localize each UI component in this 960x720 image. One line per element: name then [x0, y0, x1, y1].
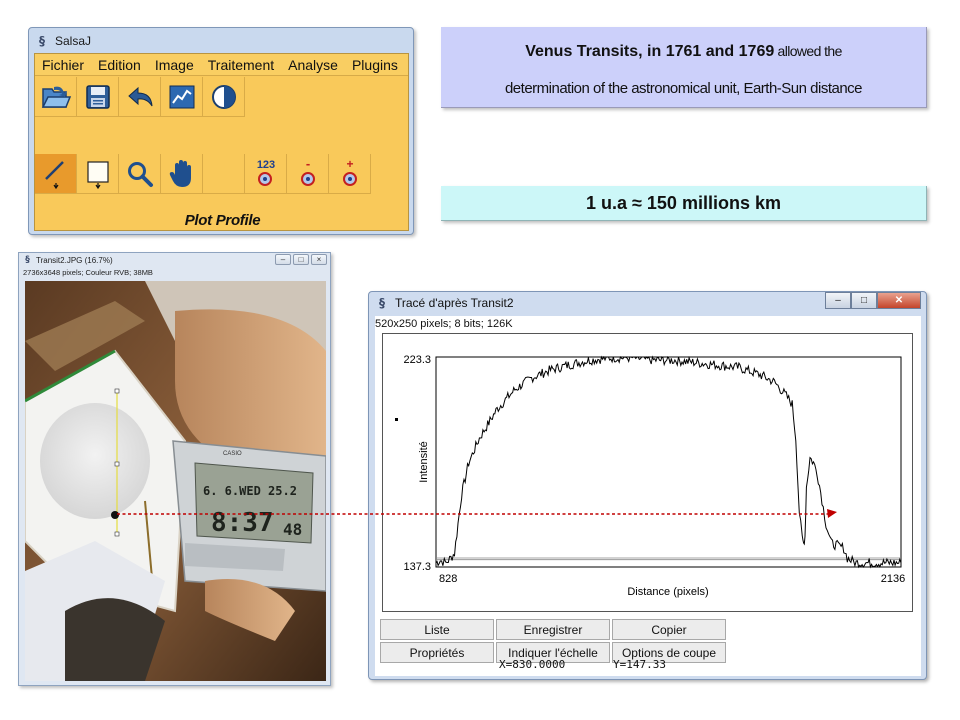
- hand-tool-button[interactable]: [161, 154, 203, 194]
- clock-seconds: 48: [283, 520, 302, 539]
- sun-disc: [40, 403, 150, 519]
- y-readout: Y=147.33: [613, 658, 666, 671]
- transit-photo-canvas: CASIO 6. 6.WED 25.2 8:37 48: [25, 281, 326, 681]
- menu-fichier[interactable]: Fichier: [35, 57, 91, 73]
- plot-button[interactable]: [161, 77, 203, 117]
- toolbar-row-2: 123 - +: [35, 154, 371, 194]
- profile-window-app-icon: §: [379, 296, 385, 310]
- save-icon: [85, 84, 110, 109]
- y-tick-label-bottom: 137.3: [403, 561, 431, 573]
- profile-buttons: Liste Enregistrer Copier Propriétés Indi…: [380, 619, 726, 663]
- salsaj-title: SalsaJ: [55, 34, 92, 48]
- profile-window-content: 520x250 pixels; 8 bits; 126K 223.3 137.3…: [375, 316, 921, 676]
- contrast-button[interactable]: [203, 77, 245, 117]
- open-button[interactable]: [35, 77, 77, 117]
- venus-line-2: determination of the astronomical unit, …: [504, 80, 863, 97]
- transit-photo[interactable]: CASIO 6. 6.WED 25.2 8:37 48: [25, 281, 326, 681]
- plus-target-button[interactable]: +: [329, 154, 371, 194]
- venus-line-1: Venus Transits, in 1761 and 1769 allowed…: [441, 43, 926, 61]
- liste-button[interactable]: Liste: [380, 619, 494, 640]
- venus-line-1-rest: allowed the: [774, 43, 843, 59]
- minus-text: -: [305, 157, 309, 171]
- minimize-button[interactable]: –: [275, 254, 291, 265]
- image-window-controls: – □ ×: [275, 254, 327, 265]
- line-tool-icon: [44, 160, 64, 189]
- x-tick-label-left: 828: [439, 573, 457, 585]
- close-button[interactable]: ×: [311, 254, 327, 265]
- profile-maximize-button[interactable]: □: [851, 292, 877, 309]
- venus-marker: [111, 511, 119, 519]
- casio-clock: CASIO 6. 6.WED 25.2 8:37 48: [172, 440, 326, 592]
- profile-close-button[interactable]: ✕: [877, 292, 921, 309]
- clock-time: 8:37: [211, 508, 274, 538]
- chart-icon: [169, 85, 194, 108]
- image-window-info: 2736x3648 pixels; Couleur RVB; 38MB: [23, 268, 153, 277]
- open-icon: [41, 86, 71, 108]
- menu-analyse[interactable]: Analyse: [281, 57, 345, 73]
- save-button[interactable]: [77, 77, 119, 117]
- image-window-app-icon: §: [25, 255, 30, 265]
- plot-area: [435, 356, 902, 568]
- salsaj-body: Fichier Edition Image Traitement Analyse…: [34, 53, 409, 231]
- astronomical-unit-box: 1 u.a ≈ 150 millions km: [441, 186, 927, 221]
- copier-button[interactable]: Copier: [612, 619, 726, 640]
- clock-brand: CASIO: [223, 451, 242, 457]
- toolbar-row-1: [35, 77, 245, 117]
- profile-window: § Tracé d'après Transit2 – □ ✕ 520x250 p…: [368, 291, 927, 680]
- venus-line-1-bold: Venus Transits, in 1761 and 1769: [525, 43, 775, 60]
- undo-icon: [127, 86, 152, 106]
- line-tool-button[interactable]: [35, 154, 77, 194]
- status-label: Plot Profile: [184, 212, 261, 229]
- menu-image[interactable]: Image: [148, 57, 201, 73]
- clock-date: 6. 6.WED 25.2: [203, 484, 297, 498]
- salsaj-window: § SalsaJ Fichier Edition Image Traitemen…: [28, 27, 414, 235]
- profile-plot[interactable]: 223.3 137.3 828 2136 Distance (pixels) I…: [383, 334, 912, 611]
- zoom-tool-button[interactable]: [119, 154, 161, 194]
- x-tick-label-right: 2136: [881, 573, 905, 585]
- counter-123-button[interactable]: 123: [245, 154, 287, 194]
- rectangle-tool-button[interactable]: [77, 154, 119, 194]
- x-readout: X=830.0000: [499, 658, 566, 671]
- salsaj-app-icon: §: [39, 34, 45, 48]
- counter-123-icon: 123: [256, 159, 275, 186]
- undo-button[interactable]: [119, 77, 161, 117]
- empty-tool-slot: [203, 154, 245, 194]
- contrast-icon: [211, 84, 236, 109]
- menu-bar: Fichier Edition Image Traitement Analyse…: [35, 54, 408, 76]
- plus-text: +: [346, 157, 353, 171]
- menu-traitement[interactable]: Traitement: [201, 57, 281, 73]
- x-axis-label: Distance (pixels): [627, 586, 708, 598]
- profile-plot-frame: 223.3 137.3 828 2136 Distance (pixels) I…: [382, 333, 913, 612]
- hand-icon: [169, 159, 191, 187]
- profile-window-controls: – □ ✕: [825, 292, 921, 309]
- menu-edition[interactable]: Edition: [91, 57, 148, 73]
- enregistrer-button[interactable]: Enregistrer: [496, 619, 610, 640]
- profile-minimize-button[interactable]: –: [825, 292, 851, 309]
- proprietes-button[interactable]: Propriétés: [380, 642, 494, 663]
- magnifier-icon: [127, 161, 153, 187]
- image-window-title: Transit2.JPG (16.7%): [36, 255, 113, 265]
- minus-target-button[interactable]: -: [287, 154, 329, 194]
- image-window: § Transit2.JPG (16.7%) – □ × 2736x3648 p…: [18, 252, 331, 686]
- venus-transits-box: Venus Transits, in 1761 and 1769 allowed…: [441, 27, 927, 108]
- y-tick-label-top: 223.3: [403, 354, 431, 366]
- plot-dot: [395, 418, 398, 421]
- maximize-button[interactable]: □: [293, 254, 309, 265]
- rectangle-tool-icon: [86, 160, 109, 189]
- profile-window-info: 520x250 pixels; 8 bits; 126K: [375, 318, 513, 330]
- menu-plugins[interactable]: Plugins: [345, 57, 405, 73]
- salsaj-titlebar[interactable]: § SalsaJ: [29, 28, 413, 54]
- plus-target-icon: +: [342, 157, 357, 186]
- profile-window-title: Tracé d'après Transit2: [395, 296, 514, 310]
- y-axis-label: Intensité: [418, 441, 430, 483]
- counter-123-text: 123: [256, 159, 274, 171]
- minus-target-icon: -: [300, 157, 315, 186]
